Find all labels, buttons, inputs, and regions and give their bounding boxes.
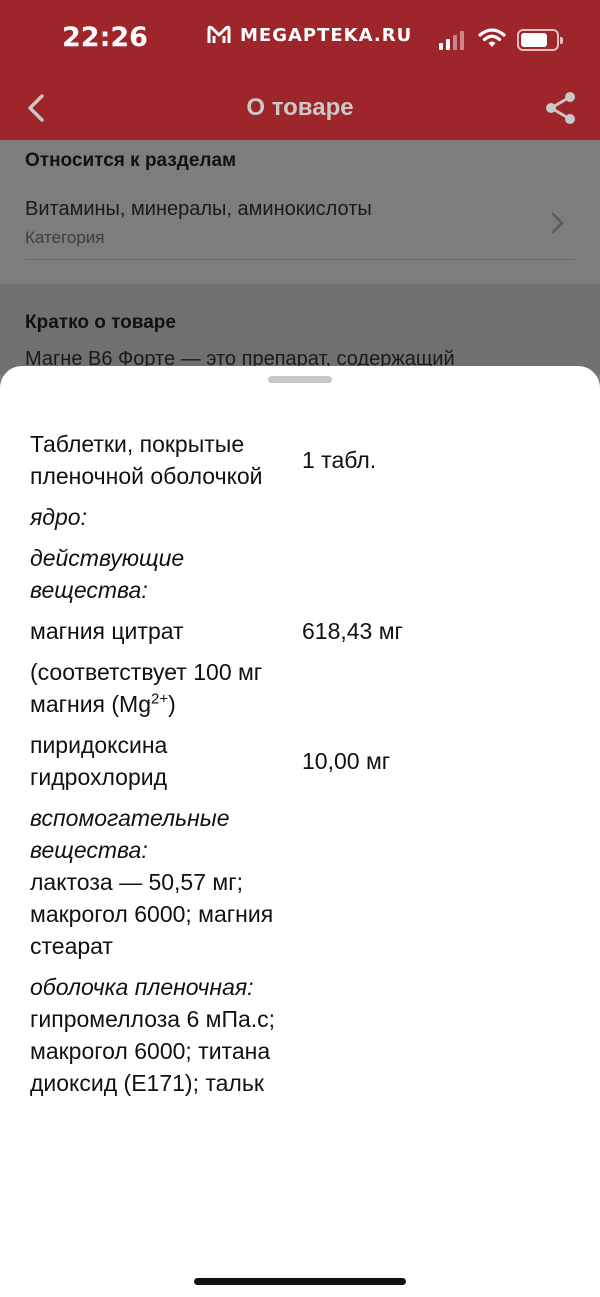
composition-name: пиридоксина гидрохлорид [30, 732, 168, 790]
composition-row: действующие вещества: [30, 542, 570, 606]
category-subtitle: Категория [25, 228, 105, 247]
composition-name: вспомогательные вещества: [30, 805, 230, 863]
categories-heading: Относится к разделам [25, 150, 237, 171]
composition-row: магния цитрат 618,43 мг [30, 615, 570, 647]
wifi-icon [478, 28, 506, 47]
composition-amount: 1 табл. [302, 447, 377, 473]
composition-name: магния цитрат [30, 618, 184, 644]
status-bar: 22:26 MEGAPTEKA.RU [0, 0, 600, 80]
composition-row: ядро: [30, 501, 570, 533]
sheet-grabber[interactable] [268, 376, 332, 383]
composition-name: действующие вещества: [30, 545, 185, 603]
battery-icon [517, 29, 563, 51]
composition-name: гипромеллоза 6 мПа.с; макрогол 6000; тит… [30, 1006, 276, 1096]
brief-heading: Кратко о товаре [25, 312, 176, 333]
signal-icon [439, 30, 464, 50]
composition-row: Таблетки, покрытые пленочной оболочкой 1… [30, 428, 570, 492]
composition-name: лактоза — 50,57 мг; макрогол 6000; магни… [30, 869, 274, 959]
brand-logo: MEGAPTEKA.RU [206, 24, 412, 46]
app-header: 22:26 MEGAPTEKA.RU О товаре [0, 0, 600, 140]
formula-text: (Mg [111, 691, 152, 717]
composition-name: Таблетки, покрытые пленочной оболочкой [30, 431, 263, 489]
composition-sheet: Таблетки, покрытые пленочной оболочкой 1… [0, 366, 600, 1297]
composition-table: Таблетки, покрытые пленочной оболочкой 1… [30, 428, 570, 1108]
nav-bar: О товаре [0, 80, 600, 140]
share-icon[interactable] [543, 90, 579, 126]
status-time: 22:26 [62, 22, 148, 53]
page-title: О товаре [246, 94, 354, 121]
composition-row: оболочка пленочная: [30, 971, 570, 1003]
home-indicator[interactable] [194, 1278, 406, 1285]
composition-amount: 10,00 мг [302, 748, 391, 774]
brand-name: MEGAPTEKA.RU [240, 24, 413, 46]
composition-row: пиридоксина гидрохлорид 10,00 мг [30, 729, 570, 793]
composition-name: ядро: [30, 504, 87, 530]
composition-row: лактоза — 50,57 мг; макрогол 6000; магни… [30, 866, 570, 962]
composition-row: гипромеллоза 6 мПа.с; макрогол 6000; тит… [30, 1003, 570, 1099]
megapteka-logo-icon [207, 25, 231, 43]
composition-row: (соответствует 100 мг магния (Mg2+) [30, 656, 570, 720]
category-title: Витамины, минералы, аминокислоты [25, 198, 372, 220]
composition-amount: 618,43 мг [302, 618, 403, 644]
chevron-right-icon [551, 212, 564, 234]
divider [25, 259, 575, 260]
formula-close: ) [168, 691, 176, 717]
composition-note: (соответствует 100 мг магния (Mg2+) [30, 656, 302, 720]
composition-name: оболочка пленочная: [30, 974, 254, 1000]
composition-row: вспомогательные вещества: [30, 802, 570, 866]
formula-sup: 2+ [151, 690, 169, 708]
